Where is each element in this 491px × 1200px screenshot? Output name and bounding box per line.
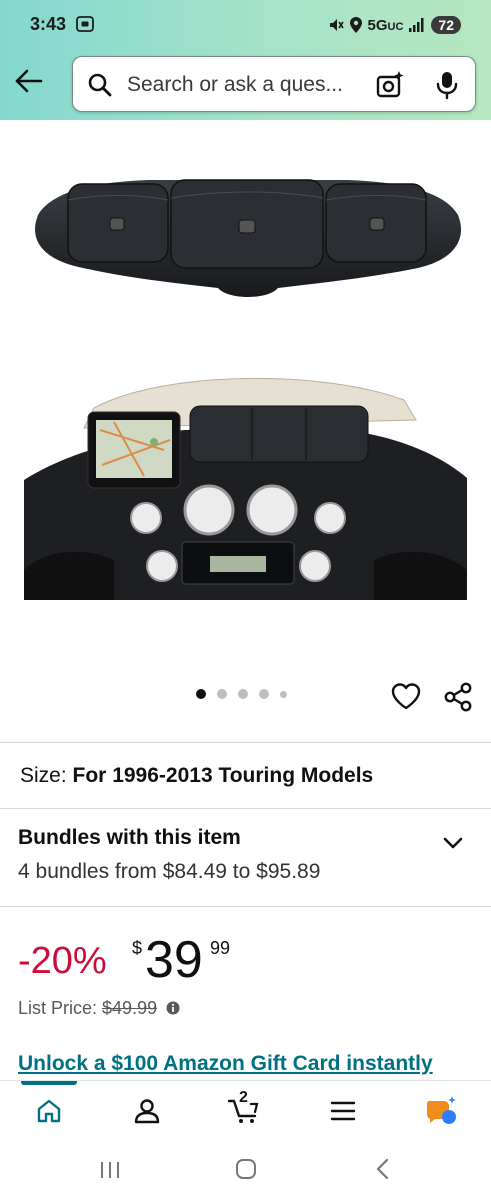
share-icon[interactable] xyxy=(442,681,474,713)
pagination-dot[interactable] xyxy=(259,689,269,699)
bottom-navigation: 2 xyxy=(0,1080,491,1142)
nav-menu[interactable] xyxy=(323,1093,363,1129)
person-icon xyxy=(134,1099,160,1124)
network-suffix: UC xyxy=(387,20,404,33)
hamburger-menu-icon xyxy=(330,1101,356,1121)
status-icons: 5GUC 72 xyxy=(328,12,461,38)
battery-indicator: 72 xyxy=(431,16,461,34)
network-label: 5G xyxy=(367,16,388,34)
size-selector[interactable]: Size: For 1996-2013 Touring Models xyxy=(20,764,373,788)
search-input[interactable] xyxy=(127,71,367,99)
divider xyxy=(0,742,491,743)
size-label: Size: xyxy=(20,764,73,787)
heart-icon[interactable] xyxy=(390,681,422,711)
nav-account[interactable] xyxy=(127,1093,167,1129)
cart-count-badge: 2 xyxy=(239,1089,248,1106)
bundles-title: Bundles with this item xyxy=(18,826,241,849)
signal-icon xyxy=(409,18,424,32)
gift-card-promo-link[interactable]: Unlock a $100 Amazon Gift Card instantly xyxy=(18,1052,433,1076)
microphone-icon[interactable] xyxy=(433,70,461,100)
product-image-windshield-bag[interactable] xyxy=(28,160,466,310)
price-currency: $ xyxy=(132,938,143,958)
status-time: 3:43 xyxy=(30,14,67,34)
pagination-dot[interactable] xyxy=(217,689,227,699)
search-icon xyxy=(88,73,112,97)
pagination-dot[interactable] xyxy=(280,690,287,698)
search-bar[interactable] xyxy=(72,56,476,112)
status-bar: 3:43 5GUC 72 xyxy=(0,0,491,52)
discount-percentage: -20% xyxy=(18,940,107,982)
rufus-ai-icon xyxy=(427,1096,456,1124)
mute-vibrate-icon xyxy=(329,19,344,31)
size-value: For 1996-2013 Touring Models xyxy=(72,764,374,787)
nav-rufus-assistant[interactable] xyxy=(421,1093,461,1129)
system-home-icon[interactable] xyxy=(234,1157,258,1181)
divider xyxy=(0,808,491,809)
back-arrow-icon[interactable] xyxy=(12,64,46,98)
pagination-dot-active[interactable] xyxy=(196,689,206,699)
active-tab-indicator xyxy=(21,1081,77,1085)
system-back-icon[interactable] xyxy=(372,1157,394,1181)
screen-record-icon xyxy=(76,16,94,32)
list-price: List Price: $49.99 xyxy=(18,998,180,1019)
nav-cart[interactable]: 2 xyxy=(224,1089,264,1129)
price-fraction: 99 xyxy=(210,938,231,958)
pagination-dot[interactable] xyxy=(238,689,248,699)
network-type: 5GUC xyxy=(368,17,404,34)
image-pagination xyxy=(196,689,287,699)
camera-search-icon[interactable] xyxy=(375,70,405,100)
recent-apps-icon[interactable] xyxy=(98,1158,122,1182)
location-icon xyxy=(349,17,362,33)
chevron-down-icon[interactable] xyxy=(442,832,464,854)
bundles-subtitle: 4 bundles from $84.49 to $95.89 xyxy=(18,860,321,883)
system-navigation-bar xyxy=(0,1142,491,1200)
list-price-label: List Price: xyxy=(18,998,103,1018)
price-whole: 39 xyxy=(145,931,203,989)
bundles-section[interactable]: Bundles with this item 4 bundles from $8… xyxy=(0,810,491,906)
product-image-installed-on-motorcycle[interactable] xyxy=(24,370,467,600)
info-icon[interactable] xyxy=(166,1001,180,1015)
nav-home[interactable] xyxy=(29,1093,69,1129)
product-image-gallery[interactable] xyxy=(0,120,491,740)
list-price-value: $49.99 xyxy=(102,998,158,1018)
home-icon xyxy=(37,1099,61,1123)
divider xyxy=(0,906,491,907)
